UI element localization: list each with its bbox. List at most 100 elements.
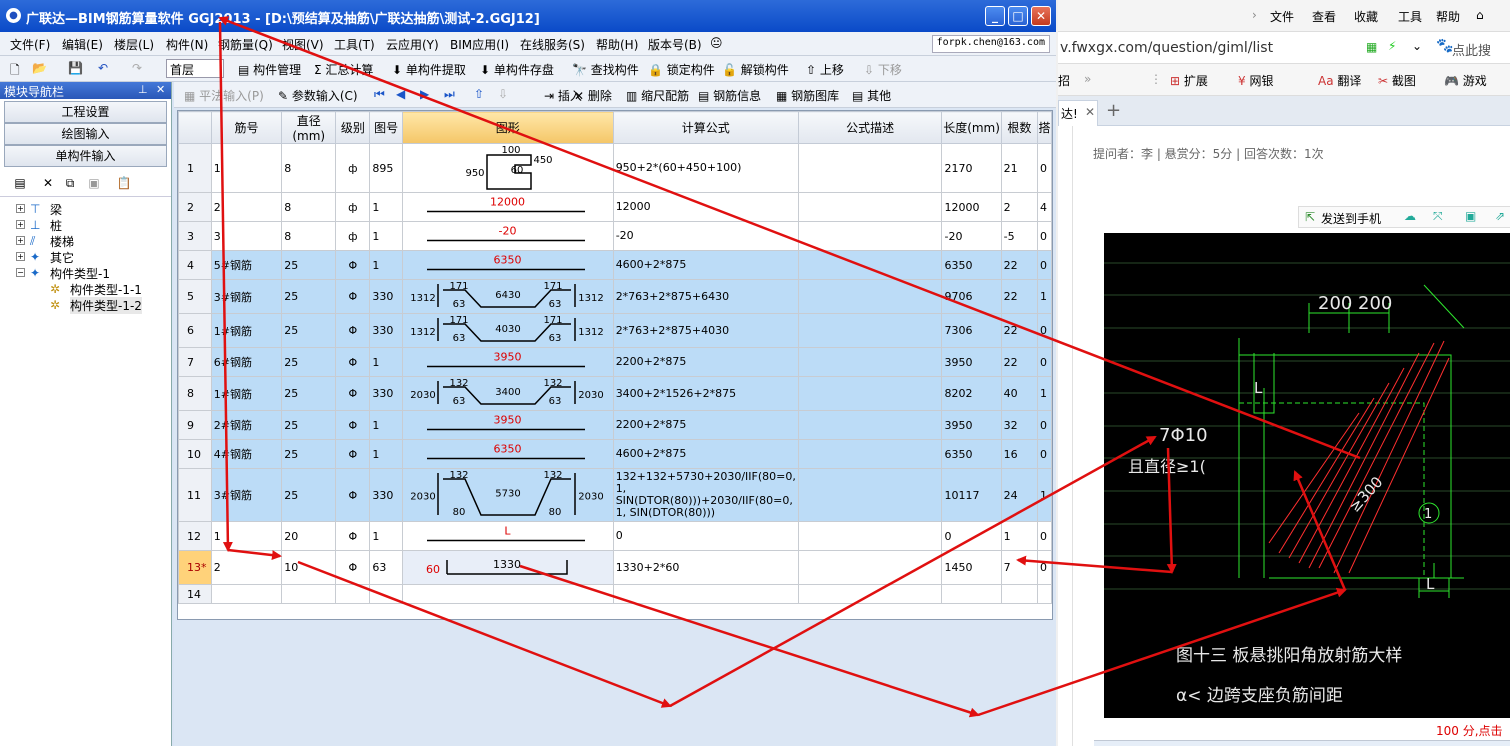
menu-item-6[interactable]: 工具(T) [334,36,375,53]
cell-lap[interactable]: 0 [1037,439,1052,469]
cell-grade[interactable]: ф [335,192,371,222]
column-header-6[interactable]: 计算公式 [612,111,799,144]
cell-len[interactable]: 9706 [941,279,1002,314]
new-file-icon[interactable]: 🗋 [10,61,20,82]
row-down-icon[interactable]: ⇩ [498,87,508,101]
cell-lap[interactable]: 0 [1037,250,1052,280]
cell-dia[interactable]: 25 [281,468,337,522]
delete-button[interactable]: ✕ 删除 [574,87,612,104]
cell-grade[interactable]: Φ [335,347,371,377]
scale-rebar-button[interactable]: ▥ 缩尺配筋 [626,87,689,104]
row-number[interactable]: 6 [178,313,212,348]
move-up-button[interactable]: ⇧ 上移 [806,61,844,78]
ext-1[interactable]: ¥ 网银 [1238,72,1273,89]
drawing-input-button[interactable]: 绘图输入 [4,123,167,145]
table-row[interactable]: 11 3#钢筋 25 Φ 330 132 132 2030 80 5730 80 2030 132+13… [178,468,1052,522]
cell-len[interactable]: -20 [941,221,1002,251]
cell-shape[interactable]: 60 1330 [401,550,614,585]
cell-bar[interactable]: 2#钢筋 [210,410,283,440]
cell-lap[interactable]: 0 [1037,521,1052,551]
cell-fig[interactable] [369,584,403,604]
cell-formula[interactable]: 12000 [612,192,799,222]
cell-cnt[interactable]: 22 [1000,250,1039,280]
cell-cnt[interactable] [1000,584,1039,604]
cell-formula[interactable]: 2*763+2*875+6430 [612,279,799,314]
ext-4[interactable]: 🎮 游戏 [1444,72,1487,89]
cell-formula[interactable]: 2200+2*875 [612,347,799,377]
row-number[interactable]: 13* [178,550,212,585]
cell-shape[interactable]: 12000 [401,192,614,222]
column-header-5[interactable]: 图形 [401,111,614,144]
extract-button[interactable]: ⬇ 单构件提取 [392,61,466,78]
cell-dia[interactable]: 20 [281,521,337,551]
cell-cnt[interactable]: 22 [1000,279,1039,314]
cell-lap[interactable]: 0 [1037,550,1052,585]
cell-desc[interactable] [797,279,943,314]
cell-lap[interactable]: 0 [1037,410,1052,440]
table-row[interactable]: 13* 2 10 Φ 63 60 1330 1330+2*60 1450 7 0 [178,550,1052,585]
cell-fig[interactable]: 1 [369,347,403,377]
cell-fig[interactable]: 895 [369,143,403,193]
column-header-0[interactable] [178,111,212,144]
cell-cnt[interactable]: 22 [1000,313,1039,348]
cell-dia[interactable]: 25 [281,376,337,411]
rebar-library-button[interactable]: ▦ 钢筋图库 [776,87,839,104]
row-number[interactable]: 2 [178,192,212,222]
cell-desc[interactable] [797,550,943,585]
tree-item-2[interactable]: + ⫽ 楼梯 [0,233,171,249]
first-icon[interactable]: ⏮ [374,87,385,102]
share-icon[interactable]: ⇗ [1495,209,1505,223]
cell-len[interactable]: 6350 [941,250,1002,280]
redo-icon[interactable]: ↷ [132,61,142,75]
cell-desc[interactable] [797,521,943,551]
cell-bar[interactable]: 2 [210,550,283,585]
project-settings-button[interactable]: 工程设置 [4,101,167,123]
cell-formula[interactable]: 0 [612,521,799,551]
properties-icon[interactable]: ▤ [12,176,28,190]
cell-fig[interactable]: 1 [369,410,403,440]
cell-desc[interactable] [797,468,943,522]
cell-len[interactable] [941,584,1002,604]
expander-icon[interactable]: − [16,268,25,277]
row-number[interactable]: 7 [178,347,212,377]
cell-dia[interactable]: 25 [281,279,337,314]
cell-grade[interactable] [335,584,371,604]
cell-bar[interactable]: 1 [210,143,283,193]
cell-formula[interactable]: 132+132+5730+2030/IIF(80=0, 1, SIN(DTOR(… [612,468,799,522]
cell-bar[interactable]: 2 [210,192,283,222]
cell-fig[interactable]: 330 [369,313,403,348]
ext-2[interactable]: Aa 翻译 [1318,72,1361,89]
cell-desc[interactable] [797,584,943,604]
tab-close-icon[interactable]: ✕ [1085,105,1095,119]
cell-shape[interactable]: 6350 [401,439,614,469]
save-page-icon[interactable]: ▣ [1465,209,1476,223]
cell-shape[interactable]: 171 171 1312 63 4030 63 1312 [401,313,614,348]
row-number[interactable]: 11 [178,468,212,522]
cell-len[interactable]: 2170 [941,143,1002,193]
menu-item-10[interactable]: 帮助(H) [596,36,638,53]
plane-input-button[interactable]: ▦ 平法输入(P) [184,87,264,104]
cell-fig[interactable]: 1 [369,439,403,469]
cell-fig[interactable]: 1 [369,221,403,251]
column-header-8[interactable]: 长度(mm) [941,111,1002,144]
open-folder-icon[interactable]: 📂 [32,61,47,75]
param-input-button[interactable]: ✎ 参数输入(C) [278,87,358,104]
cell-desc[interactable] [797,376,943,411]
table-row[interactable]: 14 [178,584,1052,604]
account-select[interactable]: forpk.chen@163.com [931,35,1050,53]
menu-item-3[interactable]: 构件(N) [166,36,208,53]
row-number[interactable]: 10 [178,439,212,469]
table-row[interactable]: 4 5#钢筋 25 Φ 1 6350 4600+2*875 6350 22 0 [178,250,1052,280]
cell-cnt[interactable]: 16 [1000,439,1039,469]
menu-item-4[interactable]: 钢筋量(Q) [218,36,273,53]
cell-bar[interactable]: 6#钢筋 [210,347,283,377]
double-chevron-icon[interactable]: » [1084,72,1091,86]
cell-dia[interactable]: 8 [281,143,337,193]
cell-grade[interactable]: Φ [335,439,371,469]
undo-icon[interactable]: ↶ [98,61,108,75]
fullscreen-icon[interactable]: ⤧ [1433,209,1443,224]
browser-menu-item[interactable]: 工具 [1398,8,1422,25]
menu-item-9[interactable]: 在线服务(S) [520,36,585,53]
browser-menu-item[interactable]: 查看 [1312,8,1336,25]
expander-icon[interactable]: + [16,204,25,213]
